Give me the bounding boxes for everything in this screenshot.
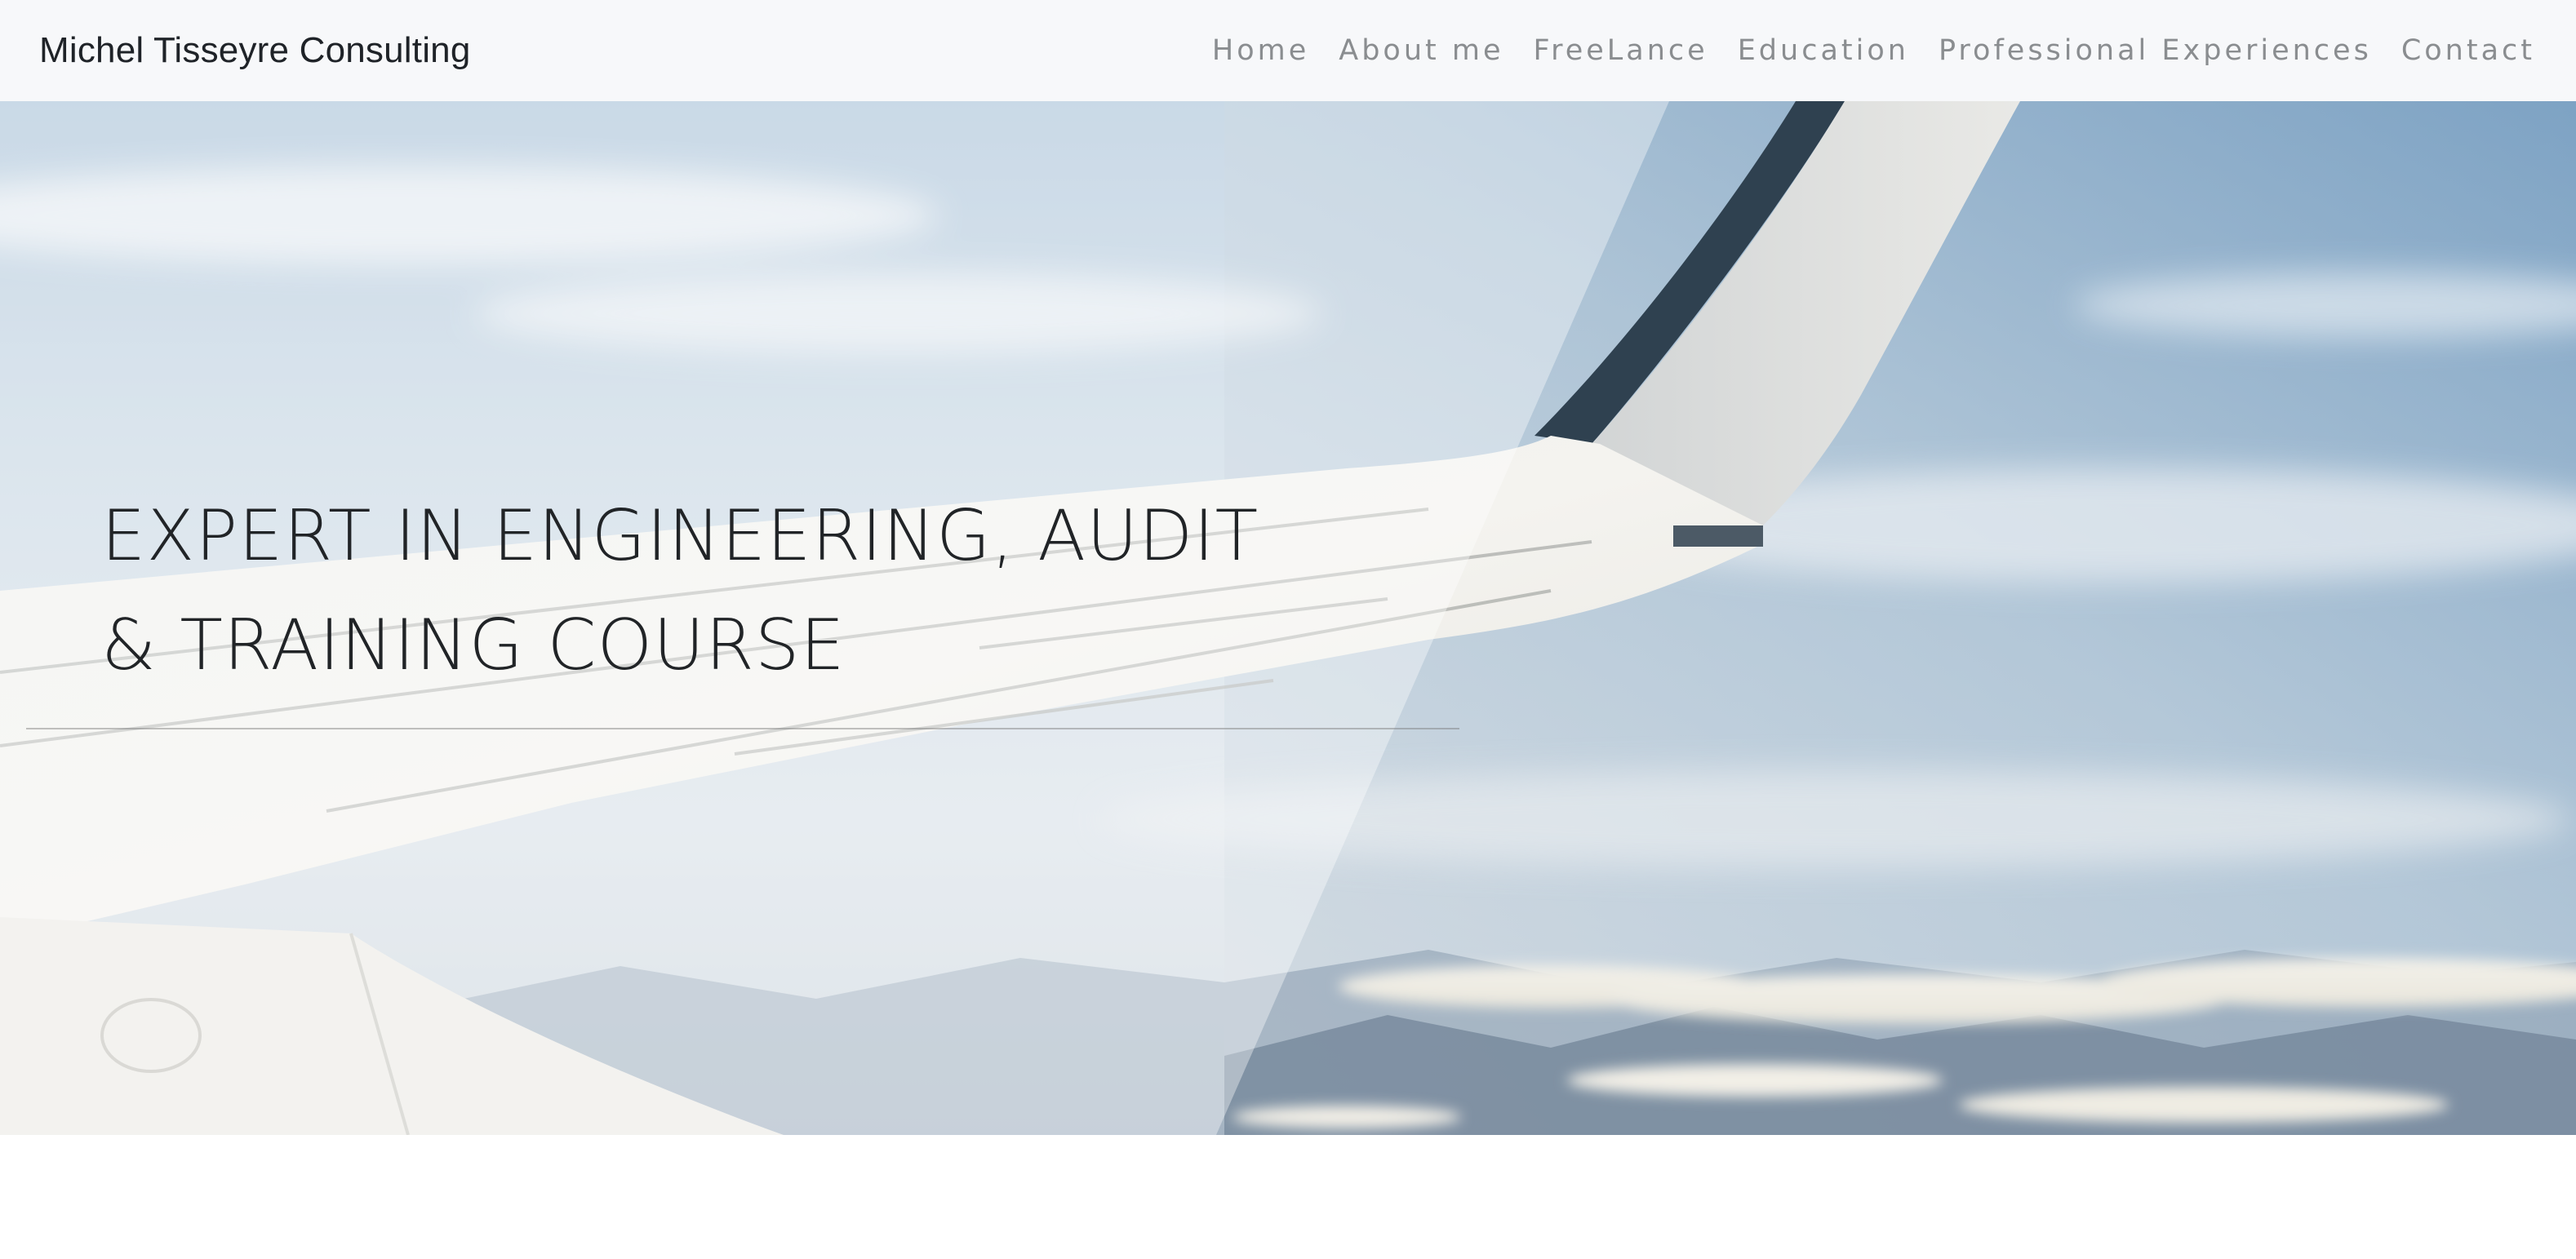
hero-headline-line-2: & TRAINING COURSE — [101, 605, 846, 686]
top-navbar: Michel Tisseyre Consulting Home About me… — [0, 0, 2576, 101]
nav-about-me[interactable]: About me — [1339, 34, 1503, 67]
hero-headline-line-1: EXPERT IN ENGINEERING, AUDIT — [101, 495, 1259, 577]
nav-education[interactable]: Education — [1738, 34, 1909, 67]
nav-contact[interactable]: Contact — [2401, 34, 2535, 67]
main-navigation: Home About me FreeLance Education Profes… — [1212, 34, 2535, 67]
nav-home[interactable]: Home — [1212, 34, 1309, 67]
brand-logo-text[interactable]: Michel Tisseyre Consulting — [39, 30, 471, 71]
hero-divider — [26, 728, 1459, 729]
nav-professional-experiences[interactable]: Professional Experiences — [1939, 34, 2372, 67]
hero-section: EXPERT IN ENGINEERING, AUDIT & TRAINING … — [0, 101, 2576, 1135]
hero-headline: EXPERT IN ENGINEERING, AUDIT & TRAINING … — [101, 481, 1489, 700]
nav-freelance[interactable]: FreeLance — [1534, 34, 1708, 67]
